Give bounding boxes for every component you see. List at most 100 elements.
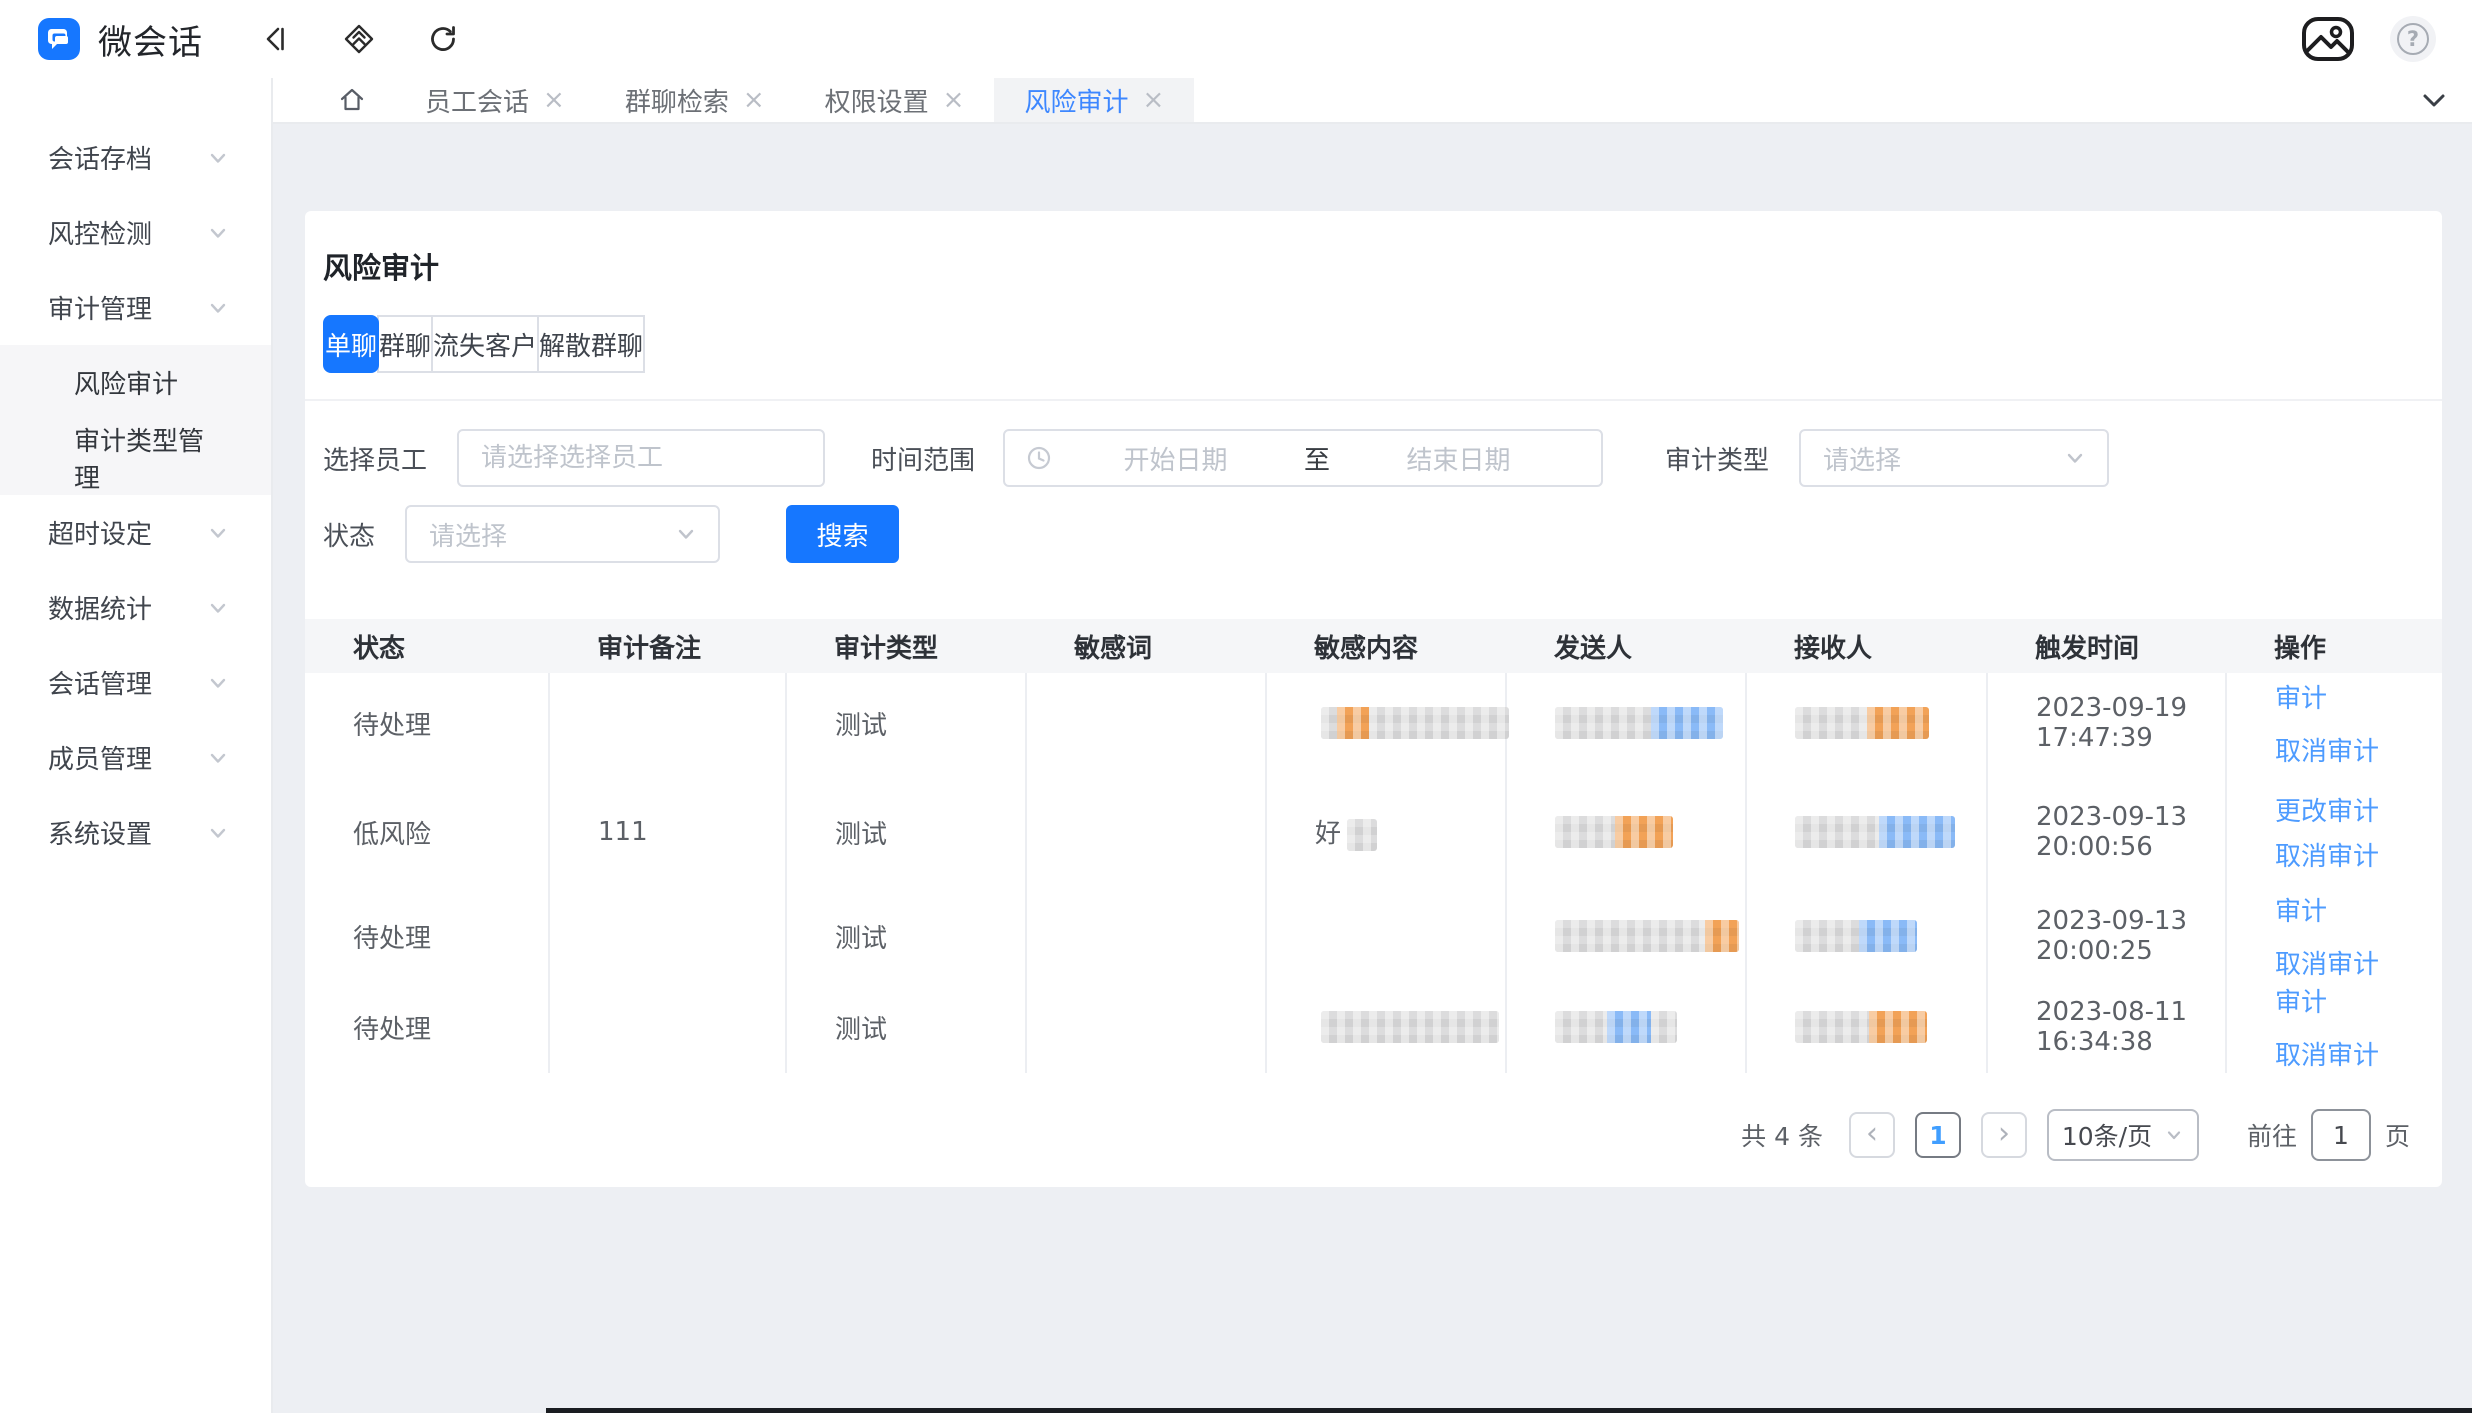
row-action-link[interactable]: 取消审计 [2275, 944, 2379, 981]
cell-trigger-time: 2023-09-13 20:00:25 [1987, 891, 2226, 981]
close-icon[interactable]: × [743, 87, 765, 113]
table-column-header: 触发时间 [1987, 619, 2226, 673]
row-action-link[interactable]: 审计 [2275, 982, 2327, 1019]
cell-sensitive-content [1266, 981, 1506, 1073]
sidebar-item[interactable]: 风控检测 [0, 195, 271, 270]
cell-keyword [1026, 773, 1266, 891]
chevron-down-icon [207, 672, 229, 694]
tabs-collapse-button[interactable] [2420, 86, 2448, 114]
chevron-down-icon [207, 147, 229, 169]
audit-type-select[interactable]: 请选择 [1799, 429, 2109, 487]
mosaic-segment [1795, 920, 1859, 952]
cell-sender [1506, 773, 1746, 891]
goto-label: 前往 [2247, 1117, 2297, 1153]
mosaic-segment [1337, 707, 1369, 739]
filter-row-1: 选择员工 时间范围 开始日期 至 结束日期 审计类型 [305, 429, 2442, 487]
sidebar-item[interactable]: 审计管理 [0, 270, 271, 345]
cell-note [549, 981, 786, 1073]
table-row: 待处理 测试 2023-09-19 17:47:39 [305, 673, 2442, 773]
current-page-button[interactable]: 1 [1915, 1112, 1961, 1158]
row-action-link[interactable]: 取消审计 [2275, 731, 2379, 768]
sidebar-item[interactable]: 成员管理 [0, 720, 271, 795]
open-tab[interactable]: 风险审计 × [994, 78, 1194, 122]
cell-keyword [1026, 981, 1266, 1073]
chat-type-tab[interactable]: 单聊 [323, 315, 379, 373]
chat-type-tab[interactable]: 解散群聊 [537, 315, 645, 373]
start-date-placeholder: 开始日期 [1053, 440, 1298, 477]
sidebar-item-label: 风险审计 [74, 364, 178, 401]
sidebar-item[interactable]: 审计类型管理 [0, 420, 271, 495]
mosaic-segment [1651, 1011, 1677, 1043]
filter-row-2: 状态 请选择 搜索 [305, 505, 2442, 563]
table-header-row: 状态审计备注审计类型敏感词敏感内容发送人接收人触发时间操作 [305, 619, 2442, 673]
row-actions: 审计取消审计 [2275, 982, 2442, 1072]
table-column-header: 状态 [305, 619, 549, 673]
chat-type-tab[interactable]: 流失客户 [431, 315, 539, 373]
cell-sender [1506, 891, 1746, 981]
open-tab-label: 群聊检索 [625, 82, 729, 119]
avatar[interactable] [2300, 11, 2356, 67]
sidebar-item[interactable]: 会话管理 [0, 645, 271, 720]
redacted-receiver [1795, 1011, 1927, 1043]
row-action-link[interactable]: 取消审计 [2275, 836, 2379, 873]
risk-audit-card: 风险审计 单聊群聊流失客户解散群聊 选择员工 时间范围 [305, 211, 2442, 1187]
help-button[interactable]: ? [2390, 16, 2436, 62]
mosaic-segment [1651, 707, 1723, 739]
status-label: 状态 [323, 516, 375, 553]
table-row: 待处理 测试 2023-08-11 16:34:38 [305, 981, 2442, 1073]
sidebar-item[interactable]: 会话存档 [0, 120, 271, 195]
cell-audit-type: 测试 [786, 773, 1026, 891]
sidebar-item-label: 会话管理 [48, 664, 152, 701]
cell-actions: 审计取消审计 [2226, 891, 2442, 981]
cell-trigger-time: 2023-09-19 17:47:39 [1987, 673, 2226, 773]
cell-sender [1506, 673, 1746, 773]
search-button[interactable]: 搜索 [786, 505, 899, 563]
badge-icon[interactable] [343, 23, 375, 55]
close-icon[interactable]: × [543, 87, 565, 113]
table-column-header: 接收人 [1746, 619, 1987, 673]
cell-receiver [1746, 981, 1987, 1073]
open-tab[interactable]: 群聊检索 × [595, 78, 795, 122]
next-page-button[interactable]: › [1981, 1112, 2027, 1158]
open-tab[interactable]: 员工会话 × [395, 78, 595, 122]
close-icon[interactable]: × [1142, 87, 1164, 113]
open-tab-label: 员工会话 [425, 82, 529, 119]
cell-note: 111 [549, 773, 786, 891]
mosaic-segment [1555, 707, 1651, 739]
home-tab[interactable] [337, 85, 367, 115]
date-range-picker[interactable]: 开始日期 至 结束日期 [1003, 429, 1603, 487]
cell-status: 待处理 [305, 673, 549, 773]
row-action-link[interactable]: 取消审计 [2275, 1035, 2379, 1072]
status-select[interactable]: 请选择 [405, 505, 720, 563]
cell-audit-type: 测试 [786, 981, 1026, 1073]
refresh-icon[interactable] [427, 23, 459, 55]
sidebar-item[interactable]: 风险审计 [0, 345, 271, 420]
sidebar-collapse-icon[interactable] [259, 23, 291, 55]
table-row: 低风险 111 测试 好 2023-09-13 20:00:5 [305, 773, 2442, 891]
sidebar-item[interactable]: 数据统计 [0, 570, 271, 645]
row-action-link[interactable]: 审计 [2275, 678, 2327, 715]
redacted-sender [1555, 1011, 1677, 1043]
goto-page-input[interactable] [2311, 1109, 2371, 1161]
main-area: 员工会话 × 群聊检索 × 权限设置 × 风险审计 × [273, 78, 2472, 1413]
close-icon[interactable]: × [943, 87, 965, 113]
cell-actions: 审计取消审计 [2226, 673, 2442, 773]
sidebar-item[interactable]: 系统设置 [0, 795, 271, 870]
cell-audit-type: 测试 [786, 673, 1026, 773]
redacted-content [1321, 1011, 1499, 1043]
cell-sensitive-content: 好 [1266, 773, 1506, 891]
cell-sensitive-content [1266, 673, 1506, 773]
open-tab[interactable]: 权限设置 × [795, 78, 995, 122]
chat-bubble-icon [44, 24, 74, 54]
row-action-link[interactable]: 更改审计 [2275, 791, 2379, 828]
chat-type-tab[interactable]: 群聊 [377, 315, 433, 373]
redacted-content [1347, 819, 1377, 851]
redacted-receiver [1795, 816, 1955, 848]
sidebar-item[interactable]: 超时设定 [0, 495, 271, 570]
risk-audit-table: 状态审计备注审计类型敏感词敏感内容发送人接收人触发时间操作 待处理 测试 [305, 619, 2442, 1073]
prev-page-button[interactable]: ‹ [1849, 1112, 1895, 1158]
row-action-link[interactable]: 审计 [2275, 891, 2327, 928]
mosaic-segment [1879, 816, 1955, 848]
employee-input[interactable] [457, 429, 825, 487]
page-size-select[interactable]: 10条/页 [2047, 1109, 2199, 1161]
